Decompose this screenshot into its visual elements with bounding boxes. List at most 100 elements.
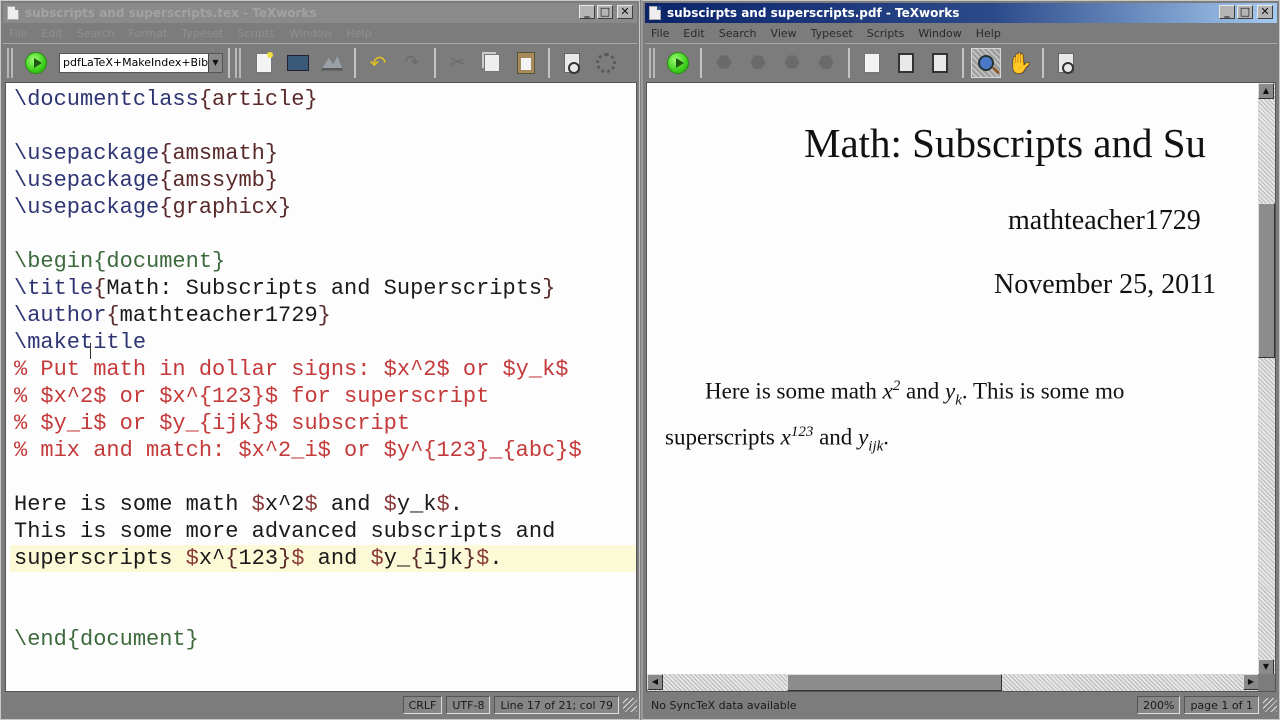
new-document-button[interactable] bbox=[249, 48, 279, 78]
toolbar-grip[interactable] bbox=[7, 47, 13, 78]
pdf-page[interactable]: Math: Subscripts and Su mathteacher1729 … bbox=[647, 83, 1259, 675]
pdf-toolbar: ⬣ ⬣ ⬣ ⬣ ✋ bbox=[645, 43, 1277, 81]
code-line[interactable]: \begin{document} bbox=[10, 248, 636, 275]
code-line[interactable]: \usepackage{graphicx} bbox=[10, 194, 636, 221]
code-line[interactable]: superscripts $x^{123}$ and $y_{ijk}$. bbox=[10, 545, 636, 572]
code-line[interactable]: % $y_i$ or $y_{ijk}$ subscript bbox=[10, 410, 636, 437]
code-line[interactable]: % Put math in dollar signs: $x^2$ or $y_… bbox=[10, 356, 636, 383]
code-line[interactable]: Here is some math $x^2$ and $y_k$. bbox=[10, 491, 636, 518]
menu-help[interactable]: Help bbox=[976, 27, 1001, 40]
pdf-viewer[interactable]: Math: Subscripts and Su mathteacher1729 … bbox=[646, 82, 1276, 692]
line-ending-indicator[interactable]: CRLF bbox=[402, 696, 443, 714]
typeset-icon bbox=[25, 51, 47, 74]
code-line[interactable]: \usepackage{amsmath} bbox=[10, 140, 636, 167]
last-page-button[interactable]: ⬣ bbox=[811, 48, 841, 78]
page-indicator[interactable]: page 1 of 1 bbox=[1184, 696, 1259, 714]
menu-scripts[interactable]: Scripts bbox=[867, 27, 905, 40]
menu-search[interactable]: Search bbox=[77, 27, 115, 40]
horizontal-scrollbar[interactable]: ◀ ▶ bbox=[647, 674, 1259, 691]
horizontal-scroll-thumb[interactable] bbox=[787, 674, 1002, 691]
code-line[interactable]: \end{document} bbox=[10, 626, 636, 653]
menu-format[interactable]: Format bbox=[129, 27, 168, 40]
menu-file[interactable]: File bbox=[9, 27, 27, 40]
chevron-down-icon[interactable]: ▼ bbox=[208, 53, 222, 72]
menu-file[interactable]: File bbox=[651, 27, 669, 40]
hand-tool-button[interactable]: ✋ bbox=[1005, 48, 1035, 78]
menu-scripts[interactable]: Scripts bbox=[237, 27, 275, 40]
replace-button[interactable] bbox=[591, 48, 621, 78]
scroll-down-arrow[interactable]: ▼ bbox=[1258, 659, 1274, 675]
vertical-scroll-thumb[interactable] bbox=[1258, 203, 1275, 358]
code-line[interactable]: This is some more advanced subscripts an… bbox=[10, 518, 636, 545]
source-code[interactable]: \documentclass{article} \usepackage{amsma… bbox=[10, 86, 636, 653]
actual-size-button[interactable] bbox=[857, 48, 887, 78]
code-line[interactable]: \documentclass{article} bbox=[10, 86, 636, 113]
code-line[interactable]: % mix and match: $x^2_i$ or $y^{123}_{ab… bbox=[10, 437, 636, 464]
code-line[interactable]: \maketitle bbox=[10, 329, 636, 356]
maximize-button[interactable]: □ bbox=[597, 5, 613, 19]
pdf-title-bar[interactable]: subscirpts and superscripts.pdf - TeXwor… bbox=[645, 3, 1277, 23]
close-button[interactable]: ✕ bbox=[617, 5, 633, 19]
toolbar-separator bbox=[1042, 47, 1044, 78]
menu-window[interactable]: Window bbox=[289, 27, 332, 40]
code-line[interactable] bbox=[10, 464, 636, 491]
code-line[interactable]: \title{Math: Subscripts and Superscripts… bbox=[10, 275, 636, 302]
source-editor[interactable]: \documentclass{article} \usepackage{amsma… bbox=[5, 82, 637, 692]
undo-button[interactable]: ↶ bbox=[363, 48, 393, 78]
maximize-button[interactable]: □ bbox=[1237, 5, 1253, 19]
toolbar-grip[interactable] bbox=[649, 47, 655, 78]
hand-tool-icon: ✋ bbox=[1007, 50, 1033, 75]
scroll-right-arrow[interactable]: ▶ bbox=[1243, 674, 1259, 690]
zoom-level[interactable]: 200% bbox=[1136, 696, 1181, 714]
scroll-left-arrow[interactable]: ◀ bbox=[647, 674, 663, 690]
typeset-button[interactable] bbox=[663, 48, 693, 78]
menu-typeset[interactable]: Typeset bbox=[181, 27, 223, 40]
code-line[interactable] bbox=[10, 599, 636, 626]
code-line[interactable] bbox=[10, 572, 636, 599]
menu-window[interactable]: Window bbox=[918, 27, 961, 40]
next-page-icon: ⬣ bbox=[784, 52, 800, 73]
save-button[interactable] bbox=[317, 48, 347, 78]
code-line[interactable] bbox=[10, 221, 636, 248]
fit-width-button[interactable] bbox=[891, 48, 921, 78]
open-document-button[interactable] bbox=[283, 48, 313, 78]
menu-edit[interactable]: Edit bbox=[683, 27, 704, 40]
menu-view[interactable]: View bbox=[771, 27, 797, 40]
next-page-button[interactable]: ⬣ bbox=[777, 48, 807, 78]
minimize-button[interactable]: _ bbox=[579, 5, 595, 19]
source-title-bar[interactable]: subscripts and superscripts.tex - TeXwor… bbox=[3, 3, 637, 23]
code-line[interactable]: % $x^2$ or $x^{123}$ for superscript bbox=[10, 383, 636, 410]
previous-page-button[interactable]: ⬣ bbox=[743, 48, 773, 78]
menu-typeset[interactable]: Typeset bbox=[811, 27, 853, 40]
menu-help[interactable]: Help bbox=[346, 27, 371, 40]
go-to-source-button[interactable] bbox=[1051, 48, 1081, 78]
find-button[interactable] bbox=[557, 48, 587, 78]
encoding-indicator[interactable]: UTF-8 bbox=[446, 696, 491, 714]
typeset-engine-select[interactable]: pdfLaTeX+MakeIndex+BibTeX ▼ bbox=[59, 52, 223, 73]
resize-grip[interactable] bbox=[1263, 698, 1277, 712]
copy-button[interactable] bbox=[477, 48, 507, 78]
toolbar-grip[interactable] bbox=[235, 47, 241, 78]
code-token: superscripts bbox=[14, 546, 186, 571]
cursor-position[interactable]: Line 17 of 21; col 79 bbox=[494, 696, 619, 714]
paste-button[interactable] bbox=[511, 48, 541, 78]
first-page-button[interactable]: ⬣ bbox=[709, 48, 739, 78]
menu-search[interactable]: Search bbox=[719, 27, 757, 40]
scroll-up-arrow[interactable]: ▲ bbox=[1258, 83, 1274, 99]
pdf-status-bar: No SyncTeX data available 200% page 1 of… bbox=[645, 693, 1277, 717]
redo-button[interactable]: ↷ bbox=[397, 48, 427, 78]
resize-grip[interactable] bbox=[623, 698, 637, 712]
cut-button[interactable]: ✂ bbox=[443, 48, 473, 78]
fit-window-button[interactable] bbox=[925, 48, 955, 78]
paste-icon bbox=[517, 51, 535, 74]
typeset-button[interactable] bbox=[21, 48, 51, 78]
menu-edit[interactable]: Edit bbox=[41, 27, 62, 40]
close-button[interactable]: ✕ bbox=[1257, 5, 1273, 19]
code-line[interactable] bbox=[10, 113, 636, 140]
code-line[interactable]: \usepackage{amssymb} bbox=[10, 167, 636, 194]
code-line[interactable]: \author{mathteacher1729} bbox=[10, 302, 636, 329]
undo-icon: ↶ bbox=[369, 50, 387, 75]
minimize-button[interactable]: _ bbox=[1219, 5, 1235, 19]
vertical-scrollbar[interactable]: ▲ ▼ bbox=[1258, 83, 1275, 675]
magnify-tool-button[interactable] bbox=[971, 47, 1001, 78]
